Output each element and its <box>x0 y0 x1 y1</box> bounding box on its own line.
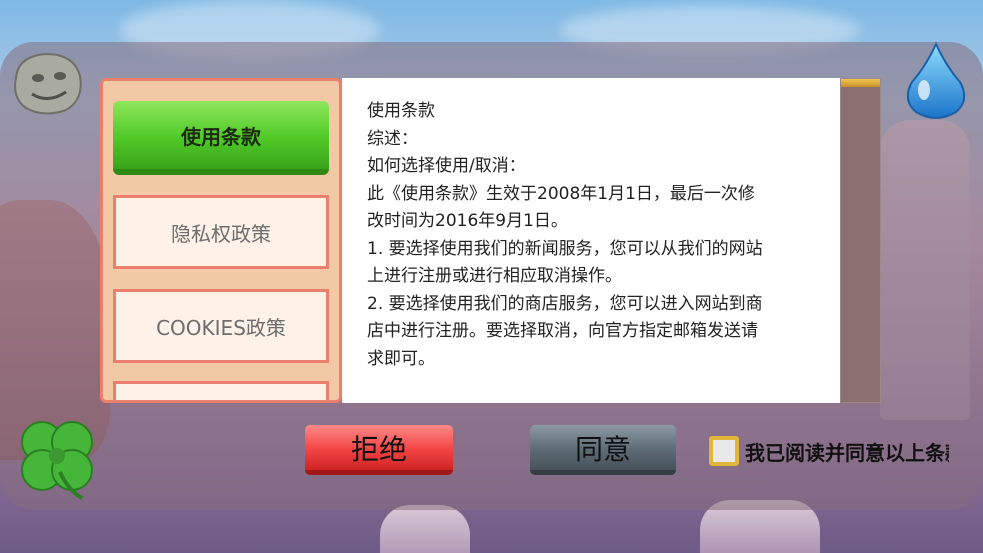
reject-button[interactable]: 拒绝 <box>305 425 453 475</box>
agree-button[interactable]: 同意 <box>530 425 676 475</box>
content-line: 综述： <box>367 128 418 149</box>
content-line: 改时间为2016年9月1日。 <box>367 211 568 231</box>
content-scrollbar[interactable] <box>840 78 881 403</box>
stone-mascot-icon <box>14 52 82 115</box>
content-line: 求即可。 <box>367 348 435 369</box>
content-line: 使用条款 <box>367 101 435 121</box>
background-tower <box>380 505 470 553</box>
tab-privacy-policy[interactable]: 隐私权政策 <box>113 195 329 269</box>
policy-tab-panel: 使用条款 隐私权政策 COOKIES政策 <box>100 78 342 403</box>
content-line: 如何选择使用/取消： <box>367 156 526 176</box>
agreement-checkbox[interactable] <box>709 436 739 466</box>
tab-partial-next[interactable] <box>113 381 329 400</box>
four-leaf-clover-icon <box>21 421 93 500</box>
content-line: 店中进行注册。要选择取消，向官方指定邮箱发送请 <box>367 321 758 341</box>
content-line: 1. 要选择使用我们的新闻服务，您可以从我们的网站 <box>367 238 763 259</box>
content-line: 2. 要选择使用我们的商店服务，您可以进入网站到商 <box>367 293 763 314</box>
agreement-row[interactable]: 我已阅读并同意以上条款 <box>709 433 949 469</box>
content-line: 此《使用条款》生效于2008年1月1日，最后一次修 <box>367 183 755 204</box>
scrollbar-thumb[interactable] <box>841 79 880 87</box>
tab-terms-of-use[interactable]: 使用条款 <box>113 101 329 175</box>
content-line: 上进行注册或进行相应取消操作。 <box>367 266 622 286</box>
agreement-label: 我已阅读并同意以上条款 <box>745 440 949 465</box>
water-drop-icon <box>906 41 966 119</box>
terms-content: 使用条款 综述： 如何选择使用/取消： 此《使用条款》生效于2008年1月1日，… <box>342 78 840 403</box>
tab-cookies-policy[interactable]: COOKIES政策 <box>113 289 329 363</box>
